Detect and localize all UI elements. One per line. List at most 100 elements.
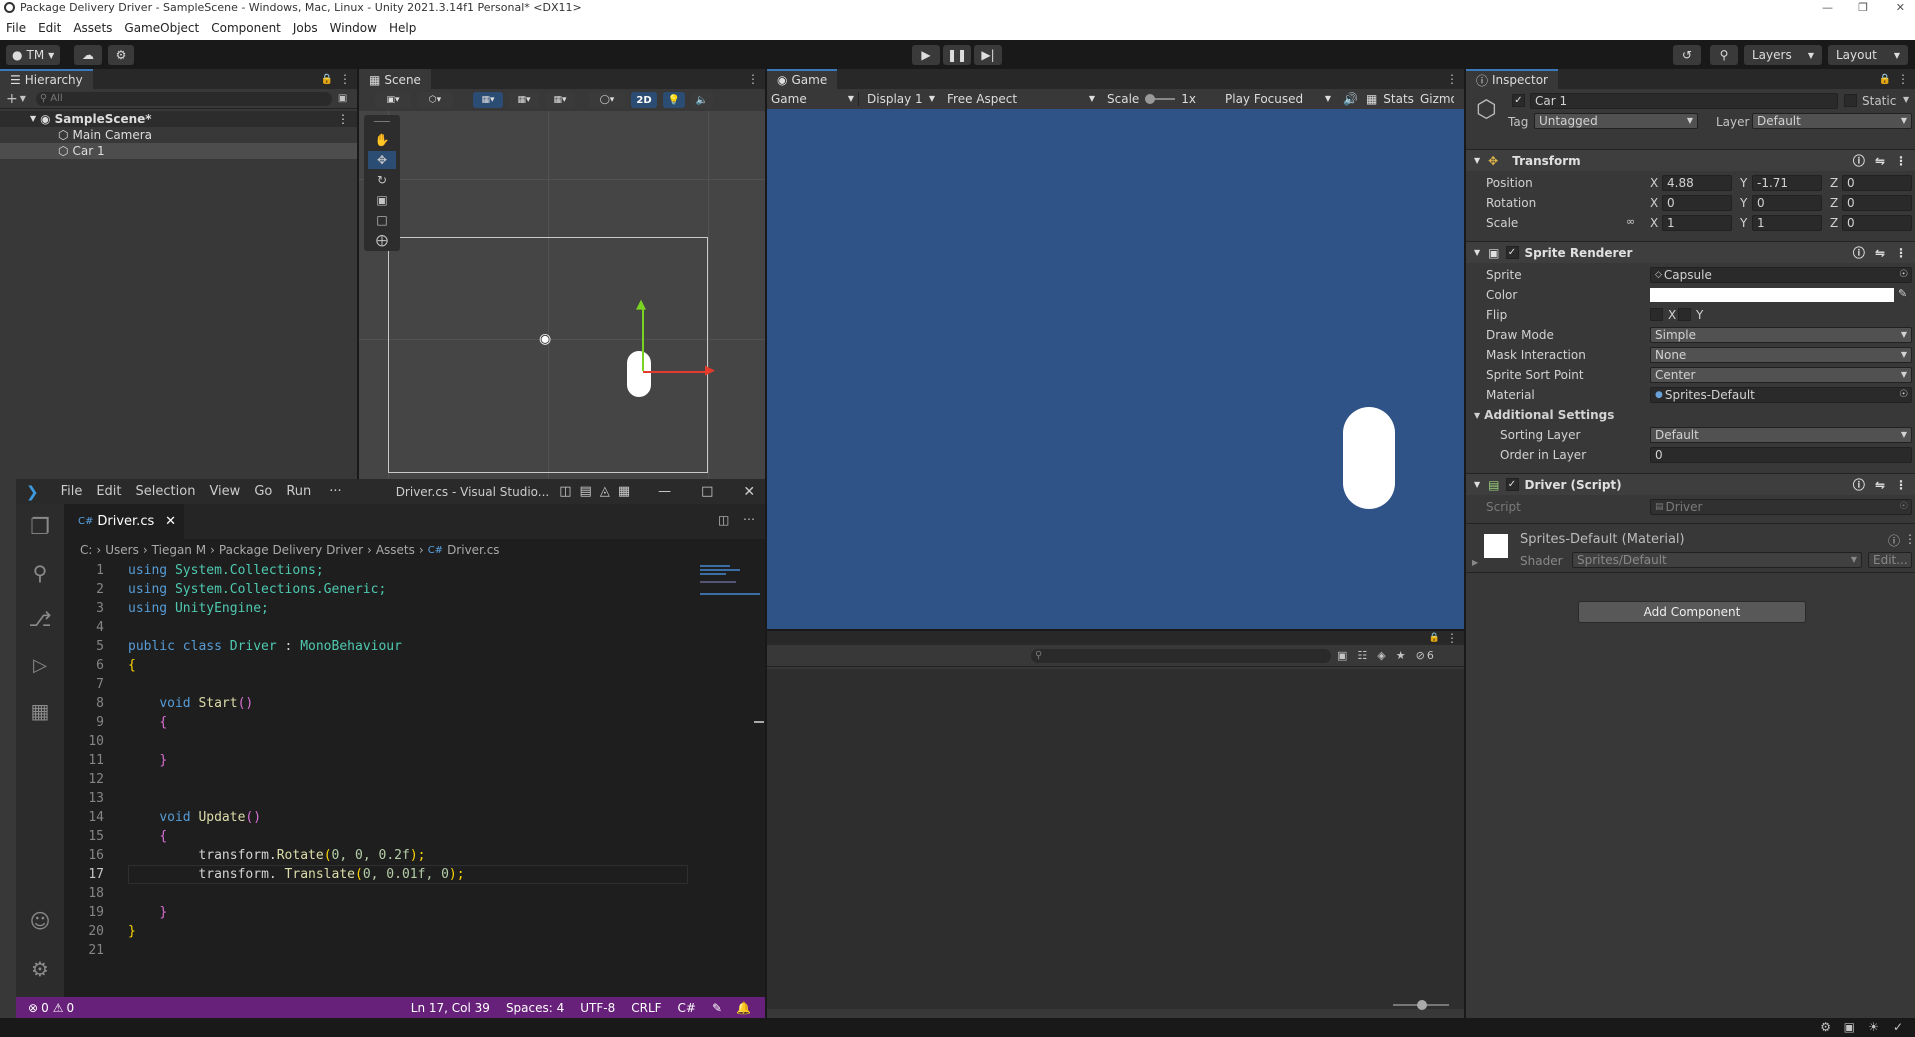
end-of-line[interactable]: CRLF — [631, 1001, 661, 1015]
editor-tab-driver[interactable]: C# Driver.cs ✕ — [64, 504, 184, 539]
x-arrow-icon[interactable]: ▶ — [705, 363, 715, 378]
active-checkbox[interactable]: ✓ — [1512, 94, 1525, 107]
camera-gizmo-icon[interactable]: ◉ — [539, 331, 551, 347]
stats-button[interactable]: Stats — [1383, 92, 1414, 106]
minimap[interactable] — [700, 565, 760, 605]
tag-icon[interactable]: ◈ — [1377, 649, 1385, 662]
order-in-layer-field[interactable]: 0 — [1650, 447, 1912, 463]
pause-button[interactable]: ❚❚ — [943, 45, 971, 65]
expand-arrow-icon[interactable]: ▼ — [30, 111, 36, 127]
notifications-bell-icon[interactable]: 🔔 — [736, 1001, 751, 1015]
accounts-icon[interactable]: ☺ — [16, 898, 64, 944]
breadcrumb-project[interactable]: Package Delivery Driver — [219, 543, 363, 557]
more-icon[interactable]: ⋮ — [1904, 532, 1915, 546]
help-icon[interactable]: ⓘ — [1853, 476, 1865, 493]
error-icon[interactable]: ⊗ — [28, 1001, 38, 1015]
sprite-field[interactable]: ◇ Capsule ☉ — [1650, 267, 1912, 283]
scale-tool-icon[interactable]: ▣ — [368, 191, 396, 209]
close-icon[interactable]: ✕ — [1896, 0, 1905, 16]
menu-gameobject[interactable]: GameObject — [118, 16, 205, 40]
draw-mode-button[interactable]: ⬡▾ — [417, 92, 453, 108]
flip-y-checkbox[interactable] — [1678, 308, 1691, 321]
eyedropper-icon[interactable]: ✎ — [1898, 287, 1907, 300]
enabled-checkbox[interactable]: ✓ — [1505, 478, 1519, 491]
scale-slider[interactable] — [1145, 93, 1176, 104]
object-picker-icon[interactable]: ☉ — [1899, 268, 1908, 282]
warning-icon[interactable]: ⚠ — [53, 1001, 64, 1015]
console-zoom-slider[interactable] — [1393, 1000, 1449, 1010]
help-icon[interactable]: ⓘ — [1853, 244, 1865, 261]
step-button[interactable]: ▶| — [974, 45, 1002, 65]
help-icon[interactable]: ⓘ — [1853, 152, 1865, 169]
hierarchy-item-main-camera[interactable]: ⬡ Main Camera — [0, 127, 357, 143]
shading-mode-button[interactable]: ◯▾ — [589, 92, 625, 108]
help-icon[interactable]: ⓘ — [1888, 532, 1900, 549]
encoding[interactable]: UTF-8 — [580, 1001, 615, 1015]
foldout-arrow-icon[interactable]: ▼ — [1474, 248, 1480, 257]
breadcrumb-user[interactable]: Tiegan M — [152, 543, 206, 557]
more-icon[interactable]: ⋮ — [1897, 72, 1909, 86]
filter-icon[interactable]: ▣ — [1337, 649, 1347, 662]
object-picker-icon[interactable]: ☉ — [1899, 388, 1908, 402]
tab-scene[interactable]: ▦ Scene — [359, 69, 431, 89]
gizmo-tool-button[interactable]: ▣▾ — [375, 92, 411, 108]
rotate-tool-icon[interactable]: ↻ — [368, 171, 396, 189]
lock-icon[interactable]: 🔒 — [1429, 633, 1440, 643]
y-arrow-icon[interactable]: ▲ — [636, 297, 646, 312]
foldout-arrow-icon[interactable]: ▼ — [1474, 411, 1480, 420]
shader-edit-button[interactable]: Edit... — [1868, 552, 1912, 568]
explorer-icon[interactable]: ❐ — [16, 504, 64, 550]
foldout-arrow-icon[interactable]: ▼ — [1474, 156, 1480, 165]
extensions-icon[interactable]: ▦ — [16, 688, 64, 734]
menu-component[interactable]: Component — [205, 16, 287, 40]
indentation[interactable]: Spaces: 4 — [506, 1001, 564, 1015]
more-icon[interactable]: ⋮ — [1895, 478, 1907, 492]
account-button[interactable]: ● TM ▼ — [6, 45, 61, 65]
collab-button[interactable]: ⚙ — [108, 45, 134, 65]
menu-assets[interactable]: Assets — [67, 16, 118, 40]
grid-snap-button[interactable]: ▦▾ — [473, 92, 503, 108]
color-swatch[interactable] — [1650, 288, 1894, 302]
preset-icon[interactable]: ⇋ — [1875, 154, 1885, 168]
stats-grid-icon[interactable]: ▦ — [1366, 92, 1377, 106]
enabled-checkbox[interactable]: ✓ — [1505, 246, 1519, 259]
add-component-button[interactable]: Add Component — [1578, 601, 1806, 623]
customize-layout-icon[interactable]: ▦ — [618, 484, 630, 499]
scale-control[interactable]: Scale 1x — [1099, 92, 1217, 106]
draw-mode-dropdown[interactable]: Simple ▼ — [1650, 327, 1912, 343]
toggle-sidebar-icon[interactable]: ◫ — [559, 484, 571, 499]
menu-jobs[interactable]: Jobs — [287, 16, 324, 40]
layout-dropdown[interactable]: Layout ▼ — [1828, 45, 1908, 65]
position-x-field[interactable]: 4.88 — [1662, 175, 1732, 191]
rotation-x-field[interactable]: 0 — [1662, 195, 1732, 211]
scale-y-field[interactable]: 1 — [1752, 215, 1822, 231]
driver-script-header[interactable]: ▼ ▤ ✓ Driver (Script) ⓘ ⇋ ⋮ — [1466, 473, 1915, 495]
audio-button[interactable]: 🔈 — [691, 92, 713, 108]
more-icon[interactable]: ⋮ — [1895, 154, 1907, 168]
transform-tool-icon[interactable]: ⨁ — [368, 231, 396, 249]
position-z-field[interactable]: 0 — [1842, 175, 1912, 191]
foldout-arrow-icon[interactable]: ▼ — [1474, 480, 1480, 489]
rect-tool-icon[interactable]: □ — [368, 211, 396, 229]
search-button[interactable]: ⚲ — [1710, 45, 1738, 65]
scene-viewport[interactable]: ◉ ▲ ▶ ✋ ✥ ↻ ▣ □ ⨁ — [359, 111, 765, 479]
aspect-dropdown[interactable]: Free Aspect ▼ — [939, 92, 1099, 106]
preset-icon[interactable]: ⇋ — [1875, 246, 1885, 260]
warning-count[interactable]: 0 — [66, 1001, 74, 1015]
vs-menu-selection[interactable]: Selection — [136, 484, 196, 499]
hierarchy-filter-icon[interactable]: ☷ — [1357, 649, 1367, 662]
static-checkbox[interactable] — [1844, 94, 1857, 107]
mode-2d-button[interactable]: 2D — [631, 92, 657, 108]
menu-edit[interactable]: Edit — [32, 16, 67, 40]
tag-dropdown[interactable]: Untagged ▼ — [1534, 113, 1698, 129]
flip-x-checkbox[interactable] — [1650, 308, 1663, 321]
game-viewport[interactable] — [767, 109, 1464, 629]
chevron-down-icon[interactable]: ▼ — [20, 94, 26, 103]
display-dropdown[interactable]: Display 1 ▼ — [859, 92, 939, 106]
more-icon[interactable]: ⋮ — [747, 72, 759, 86]
audio-icon[interactable]: 🔊 — [1343, 92, 1358, 106]
chevron-down-icon[interactable]: ▼ — [1903, 95, 1909, 104]
run-debug-icon[interactable]: ▷ — [16, 642, 64, 688]
vs-close-icon[interactable]: ✕ — [743, 484, 755, 500]
vs-menu-go[interactable]: Go — [254, 484, 272, 499]
